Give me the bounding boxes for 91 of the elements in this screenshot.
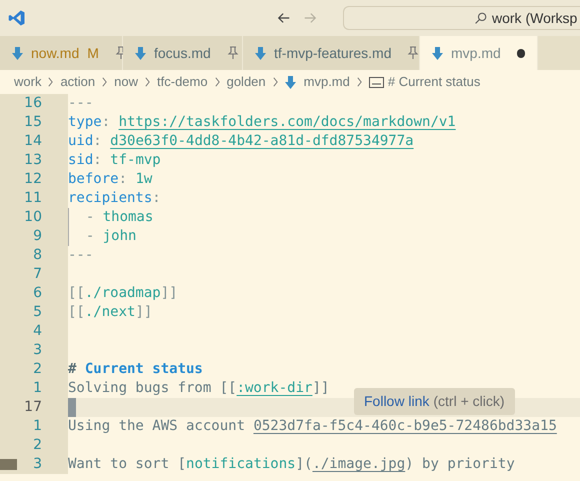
markdown-icon	[432, 46, 443, 60]
breadcrumb[interactable]: mvp.md	[304, 72, 350, 92]
forward-arrow-icon	[304, 13, 316, 23]
code-key: uid	[68, 131, 94, 152]
line-number: 15	[24, 113, 42, 132]
pin-icon[interactable]	[407, 46, 420, 60]
breadcrumb[interactable]: now	[114, 72, 138, 92]
code-link[interactable]: ./image.jpg	[312, 454, 406, 475]
line-number: 2	[33, 436, 42, 455]
code-key: type	[68, 112, 102, 133]
code-text: ]]	[160, 284, 178, 303]
code-value: john	[102, 227, 136, 246]
breadcrumb[interactable]: golden	[226, 72, 266, 92]
line-number: 3	[33, 341, 42, 360]
code-text: -	[84, 227, 96, 246]
code-link[interactable]: :work-dir	[236, 378, 312, 399]
line-number: 6	[33, 284, 42, 303]
code-text: :	[118, 170, 128, 189]
chevron-icon	[47, 77, 54, 87]
line-number: 3	[33, 455, 42, 474]
app-logo-icon	[8, 9, 26, 27]
code-text: ---	[68, 246, 94, 265]
line-number: 4	[33, 322, 42, 341]
code-value: tf-mvp	[110, 151, 161, 170]
line-number: 1	[33, 417, 42, 436]
breadcrumb[interactable]: work	[14, 72, 42, 92]
code-value: 1w	[135, 170, 152, 189]
code-text: -	[84, 208, 96, 227]
code-text: ) by priority	[405, 455, 515, 474]
breadcrumb[interactable]: action	[60, 72, 96, 92]
code-text: Want to sort [	[68, 455, 186, 474]
heading-text: Current status	[84, 360, 203, 379]
chevron-icon	[356, 77, 363, 87]
code-value: notifications	[186, 455, 296, 474]
markdown-icon	[12, 46, 23, 60]
code-text: :	[93, 132, 103, 151]
line-number: 16	[24, 94, 42, 113]
code-text: :	[102, 113, 112, 132]
line-number: 13	[24, 151, 42, 170]
chevron-icon	[101, 77, 108, 87]
code-text: ]]	[312, 379, 330, 398]
code-key: recipients	[68, 188, 152, 209]
line-number: 14	[24, 132, 42, 151]
pin-icon[interactable]	[226, 46, 239, 60]
line-number: 2	[33, 360, 42, 379]
tooltip-link[interactable]: Follow link	[364, 391, 430, 412]
search-icon	[474, 12, 487, 24]
back-arrow-icon	[278, 13, 290, 23]
code-link[interactable]: https://taskfolders.com/docs/markdown/v1	[118, 112, 456, 133]
code-key: before	[68, 169, 119, 190]
breadcrumb[interactable]: tfc-demo	[157, 72, 208, 92]
modified-status-letter: M	[87, 44, 99, 62]
tab[interactable]: focus.md	[123, 36, 243, 70]
code-text: Using the AWS account	[68, 417, 246, 436]
tab[interactable]: mvp.md	[420, 36, 538, 70]
line-number: 9	[33, 227, 42, 246]
chevron-icon	[272, 77, 279, 87]
line-number: 5	[33, 303, 42, 322]
code-key: sid	[68, 150, 94, 171]
search-field[interactable]: work (Worksp	[343, 6, 580, 30]
tab[interactable]: now.md M	[0, 36, 123, 70]
code-text: ](	[296, 455, 312, 474]
line-number: 1	[33, 379, 42, 398]
code-value: thomas	[102, 208, 154, 227]
code-link[interactable]: d30e63f0-4dd8-4b42-a81d-dfd87534977a	[110, 131, 414, 152]
code-text: [[	[68, 284, 85, 303]
line-number: 8	[33, 246, 42, 265]
code-text: [[	[68, 303, 85, 322]
code-text: ---	[68, 94, 94, 113]
breadcrumb[interactable]: # Current status	[388, 72, 480, 92]
code-text: :	[93, 151, 103, 170]
code-text: Solving bugs from [[	[68, 379, 237, 398]
chevron-icon	[144, 77, 152, 87]
tooltip-hint: (ctrl + click)	[433, 392, 505, 411]
markdown-icon	[135, 46, 146, 60]
heading-mark: #	[68, 360, 78, 379]
line-number: 11	[24, 189, 42, 208]
code-value: ./roadmap	[84, 284, 161, 303]
code-text: :	[152, 189, 161, 208]
string-symbol-icon	[368, 76, 384, 88]
line-number: 17	[24, 398, 42, 417]
code-link[interactable]: 0523d7fa-f5c4-460c-b9e5-72486bd33a15	[253, 416, 557, 437]
chevron-icon	[214, 77, 221, 87]
line-number: 12	[24, 170, 42, 189]
code-text: ]]	[135, 303, 152, 322]
line-number: 7	[33, 265, 42, 284]
line-number: 10	[24, 208, 42, 227]
markdown-icon	[255, 46, 266, 60]
markdown-icon	[284, 76, 296, 88]
tab[interactable]: tf-mvp-features.md	[243, 36, 420, 70]
code-value: ./next	[84, 303, 136, 322]
